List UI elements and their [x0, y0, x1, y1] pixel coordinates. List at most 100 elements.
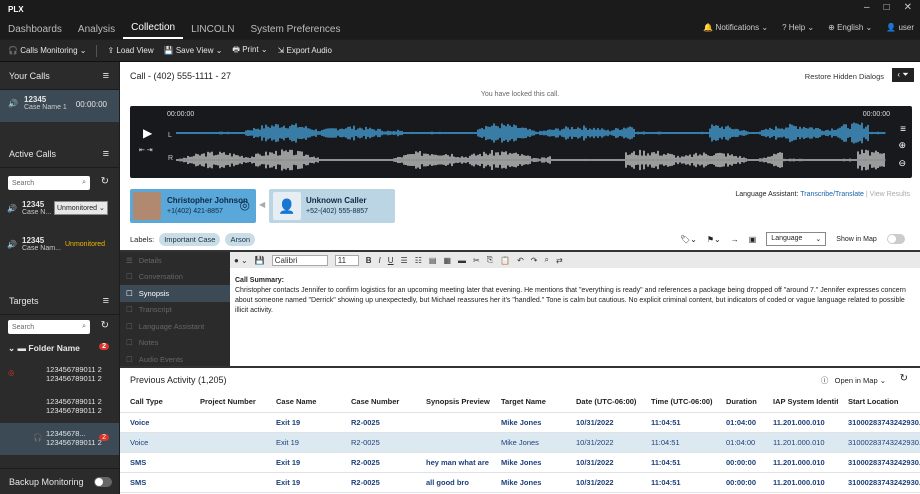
- align-left-icon[interactable]: ▤: [429, 256, 437, 265]
- sidebar-item-details[interactable]: ☰ Details: [120, 252, 230, 269]
- col-header[interactable]: Start Location: [838, 392, 920, 412]
- col-header[interactable]: Synopsis Preview: [416, 392, 491, 412]
- style-icon[interactable]: ● ⌄: [234, 256, 248, 265]
- bold-icon[interactable]: B: [366, 256, 372, 265]
- maximize-icon[interactable]: □: [884, 2, 890, 13]
- table-row[interactable]: SMS Exit 19 R2-0025 hey man what are Mike Jo…: [120, 452, 920, 472]
- underline-icon[interactable]: U: [388, 256, 394, 265]
- undo-icon[interactable]: ↶: [517, 256, 524, 265]
- refresh-icon[interactable]: ↻: [900, 373, 908, 384]
- close-icon[interactable]: ✕: [904, 2, 912, 13]
- editor-body[interactable]: Call Summary: Christopher contacts Jenni…: [235, 276, 915, 316]
- skip-icon[interactable]: ⇤ ⇥: [139, 146, 153, 154]
- font-select[interactable]: Calibri: [271, 254, 328, 266]
- minimize-icon[interactable]: –: [864, 2, 870, 13]
- notifications-button[interactable]: 🔔 Notifications ⌄: [703, 23, 768, 32]
- sidebar-item-conversation[interactable]: ☐ Conversation: [120, 269, 230, 286]
- active-call-item[interactable]: 🔊 12345 Case Nam... Unmonitored: [0, 230, 119, 266]
- waveform-player[interactable]: 00:00:00 00:00:00 ▶ ⇤ ⇥ L R ≡ ⊕ ⊖: [130, 106, 912, 178]
- zoom-out-icon[interactable]: ⊖: [898, 158, 906, 169]
- table-row[interactable]: Voice Exit 19 R2-0025 Mike Jones 10/31/2022 1…: [120, 432, 920, 452]
- user-menu[interactable]: 👤 user: [886, 23, 914, 32]
- col-header[interactable]: Case Number: [341, 392, 416, 412]
- col-header[interactable]: Target Name: [491, 392, 566, 412]
- italic-icon[interactable]: I: [379, 256, 381, 265]
- col-header[interactable]: Time (UTC-06:00): [641, 392, 716, 412]
- calls-monitoring-button[interactable]: 🎧 Calls Monitoring ⌄: [8, 46, 86, 55]
- tag-icon[interactable]: 🏷⌄: [680, 235, 697, 244]
- tab-system-preferences[interactable]: System Preferences: [242, 24, 348, 39]
- col-header[interactable]: Call Type: [120, 392, 190, 412]
- language-select[interactable]: Language ⌄: [766, 232, 827, 246]
- view-results-link[interactable]: View Results: [870, 191, 910, 198]
- sidebar-item-transcript[interactable]: ☐ Transcript: [120, 302, 230, 319]
- target-item[interactable]: ◎ 123456789011 2 123456789011 2: [0, 359, 119, 391]
- your-call-item[interactable]: 🔊 12345 Case Name 1 00:00:00: [0, 90, 119, 122]
- party-a-card[interactable]: Christopher Johnson +1(402) 421-8857 ◎: [130, 189, 256, 223]
- filter-panel-button[interactable]: ‹ ⏷: [892, 68, 914, 82]
- party-b-card[interactable]: 👤 Unknown Caller +52-(402) 555-8857: [269, 189, 395, 223]
- label-chip[interactable]: Arson: [225, 233, 256, 246]
- cell: 31000283743242930...: [838, 432, 920, 452]
- highlight-icon[interactable]: ▬: [458, 256, 466, 265]
- col-header[interactable]: Date (UTC-06:00): [566, 392, 641, 412]
- sidebar-item-synopsis[interactable]: ☐ Synopsis: [120, 285, 230, 302]
- backup-toggle[interactable]: [93, 476, 112, 487]
- load-view-button[interactable]: ⇪ Load View: [107, 46, 153, 55]
- transcribe-link[interactable]: Transcribe/Translate: [800, 191, 864, 198]
- active-calls-search[interactable]: Search ⌕: [8, 176, 90, 190]
- label-chip[interactable]: Important Case: [159, 233, 221, 246]
- bullets-icon[interactable]: ☰: [401, 256, 408, 265]
- menu-icon[interactable]: ≡: [103, 148, 109, 160]
- targets-search[interactable]: Search ⌕: [8, 320, 90, 334]
- toolbar: 🎧 Calls Monitoring ⌄ ⇪ Load View 💾 Save …: [0, 40, 920, 62]
- forward-icon[interactable]: →: [731, 235, 739, 244]
- tab-lincoln[interactable]: LINCOLN: [183, 24, 242, 39]
- save-view-button[interactable]: 💾 Save View ⌄: [164, 46, 223, 55]
- waveform[interactable]: [176, 120, 886, 174]
- monitor-status-select[interactable]: Unmonitored ⌄: [54, 201, 108, 215]
- export-audio-button[interactable]: ⇲ Export Audio: [278, 46, 332, 55]
- col-header[interactable]: Project Number: [190, 392, 266, 412]
- active-call-item[interactable]: 🔊 12345 Case N... Unmonitored ⌄: [0, 194, 119, 230]
- col-header[interactable]: IAP System Identity: [763, 392, 838, 412]
- menu-icon[interactable]: ≡: [900, 124, 906, 135]
- save-icon[interactable]: 💾: [255, 256, 265, 265]
- find-icon[interactable]: ⌕: [544, 255, 548, 265]
- sidebar-item-language-assistant[interactable]: ☐ Language Assistant: [120, 318, 230, 335]
- table-row[interactable]: Voice Exit 19 R2-0025 Mike Jones 10/31/2022 1…: [120, 412, 920, 432]
- print-button[interactable]: 🖶 Print ⌄: [232, 44, 267, 58]
- col-header[interactable]: Case Name: [266, 392, 341, 412]
- party-a-name: Christopher Johnson: [167, 196, 248, 205]
- tab-collection[interactable]: Collection: [123, 22, 184, 39]
- restore-hidden-dialogs[interactable]: Restore Hidden Dialogs: [805, 72, 884, 81]
- cut-icon[interactable]: ✂: [473, 256, 480, 265]
- open-in-map-button[interactable]: ⓘ Open in Map ⌄: [821, 375, 886, 386]
- table-row[interactable]: SMS Exit 19 R2-0025 all good bro Mike Jones 1…: [120, 472, 920, 492]
- zoom-in-icon[interactable]: ⊕: [898, 140, 906, 151]
- play-icon[interactable]: ▶: [143, 126, 152, 140]
- tab-dashboards[interactable]: Dashboards: [0, 24, 70, 39]
- folder-row[interactable]: ⌄ ▬ Folder Name 2: [0, 337, 119, 359]
- flag-icon[interactable]: ⚑⌄: [707, 235, 721, 244]
- numbering-icon[interactable]: ☷: [415, 256, 422, 265]
- replace-icon[interactable]: ⇄: [556, 256, 563, 265]
- paste-icon[interactable]: 📋: [500, 256, 510, 265]
- align-center-icon[interactable]: ▦: [443, 256, 451, 265]
- language-button[interactable]: ⊕ English ⌄: [828, 23, 872, 32]
- menu-icon[interactable]: ≡: [103, 295, 109, 307]
- refresh-icon[interactable]: ↻: [101, 320, 109, 331]
- target-item[interactable]: 123456789011 2 123456789011 2: [0, 391, 119, 423]
- menu-icon[interactable]: ≡: [103, 70, 109, 82]
- help-button[interactable]: ? Help ⌄: [782, 23, 814, 32]
- refresh-icon[interactable]: ↻: [101, 176, 109, 187]
- target-item[interactable]: 🎧 12345678... 123456789011 2 2: [0, 423, 119, 455]
- clipboard-icon[interactable]: ▣: [749, 235, 757, 244]
- copy-icon[interactable]: ⎘: [487, 255, 493, 265]
- tab-analysis[interactable]: Analysis: [70, 24, 123, 39]
- sidebar-item-notes[interactable]: ☐ Notes: [120, 335, 230, 352]
- size-select[interactable]: 11: [334, 254, 359, 266]
- show-in-map-toggle[interactable]: [886, 234, 905, 244]
- redo-icon[interactable]: ↷: [531, 256, 538, 265]
- col-header[interactable]: Duration: [716, 392, 763, 412]
